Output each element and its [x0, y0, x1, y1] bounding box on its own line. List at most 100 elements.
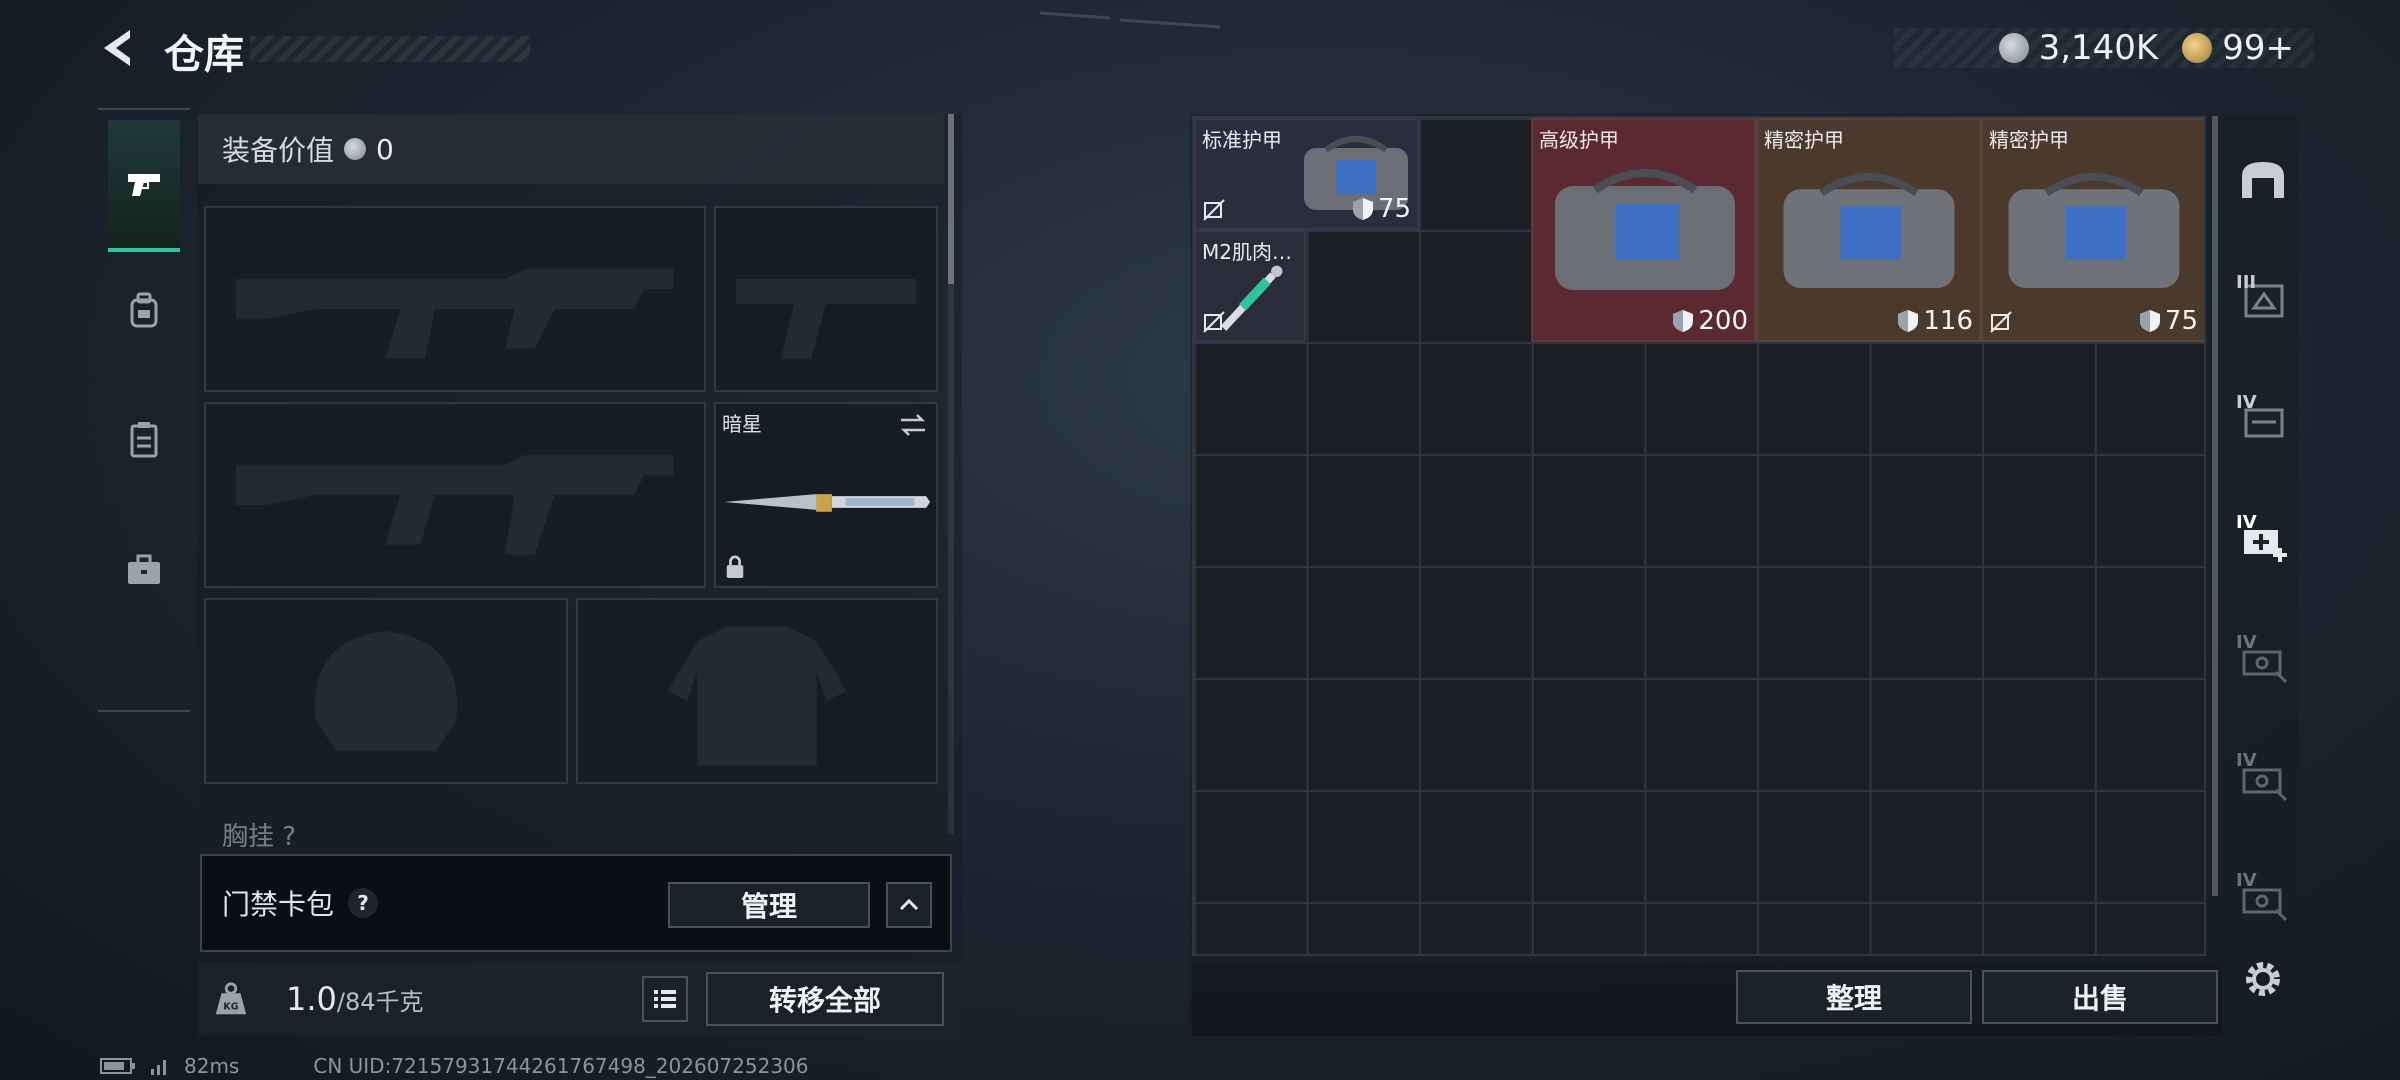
- item-durability: 116: [1897, 306, 1973, 336]
- inventory-item[interactable]: M2肌肉…: [1194, 230, 1306, 342]
- storage-tab-tier-3[interactable]: III: [2236, 272, 2290, 326]
- transfer-all-button[interactable]: 转移全部: [706, 972, 944, 1026]
- storage-tab-tier-4a[interactable]: IV: [2236, 392, 2290, 446]
- keycard-bag-label: 门禁卡包: [222, 888, 335, 921]
- armor-slot[interactable]: [576, 598, 938, 784]
- item-durability: 75: [1352, 194, 1411, 224]
- helmet-slot[interactable]: [204, 598, 568, 784]
- tier-label: III: [2236, 272, 2257, 293]
- inventory-grid[interactable]: 标准护甲 75 M2肌肉… 高级护甲 200 精密护甲 116 精密护甲 75: [1192, 116, 2206, 956]
- sell-button[interactable]: 出售: [1982, 970, 2218, 1024]
- battery-icon: [100, 1058, 135, 1074]
- page-title: 仓库: [164, 32, 244, 78]
- background-streak: [1120, 18, 1220, 29]
- tab-gear[interactable]: [108, 244, 180, 376]
- equipment-value-label: 装备价值: [222, 134, 335, 167]
- weight-icon-text: KG: [223, 1001, 238, 1012]
- tab-consumables[interactable]: [108, 374, 180, 506]
- melee-slot[interactable]: 暗星: [714, 402, 938, 588]
- helmet-silhouette-icon: [314, 631, 458, 751]
- item-name: 精密护甲: [1989, 128, 2069, 152]
- inventory-item[interactable]: 标准护甲 75: [1194, 118, 1419, 230]
- shield-icon: [1352, 198, 1373, 220]
- gear-icon: [2246, 962, 2280, 996]
- storage-tabs: III IV IV IV IV IV: [2222, 114, 2298, 1036]
- carry-weight-max: /84千克: [336, 988, 424, 1016]
- chevron-up-icon: [899, 898, 919, 911]
- storage-tab-tier-4-add[interactable]: IV: [2236, 512, 2290, 566]
- armor-bag-icon: [2008, 173, 2180, 288]
- tier-label: IV: [2236, 750, 2257, 771]
- status-bar: 82ms CN UID:7215793174426176749​8_202607…: [100, 1054, 809, 1078]
- durability-value: 116: [1923, 306, 1973, 336]
- inventory-item[interactable]: 精密护甲 116: [1756, 118, 1981, 342]
- ping-text: 82ms: [184, 1054, 240, 1078]
- safe-box-icon: [2242, 162, 2284, 198]
- storage-tab-safe[interactable]: [2236, 154, 2290, 208]
- clipboard-icon: [130, 422, 158, 458]
- tier-label: IV: [2236, 870, 2257, 891]
- back-button[interactable]: [96, 24, 144, 72]
- gold-coin-icon: [2182, 33, 2213, 63]
- silver-currency-amount: 3,140K: [2038, 28, 2159, 68]
- storage-tab-tier-4d[interactable]: IV: [2236, 870, 2290, 924]
- inventory-item[interactable]: 精密护甲 75: [1981, 118, 2204, 342]
- weight-bar: KG 1.0/84千克 转移全部: [198, 962, 962, 1036]
- item-durability: 200: [1672, 306, 1748, 336]
- item-name: 精密护甲: [1764, 128, 1844, 152]
- armor-bag-icon: [1783, 173, 1955, 288]
- list-view-button[interactable]: [642, 976, 688, 1022]
- tier-label: IV: [2236, 632, 2257, 653]
- sort-button[interactable]: 整理: [1736, 970, 1972, 1024]
- tier-label: IV: [2236, 392, 2257, 413]
- silver-coin-icon: [344, 138, 367, 160]
- pistol-silhouette-icon: [736, 279, 916, 359]
- inventory-item[interactable]: 高级护甲 200: [1531, 118, 1756, 342]
- secondary-weapon-slot[interactable]: [204, 402, 706, 588]
- collapse-button[interactable]: [886, 882, 932, 928]
- back-arrow-icon: [104, 30, 130, 66]
- storage-tab-tier-4c[interactable]: IV: [2236, 750, 2290, 804]
- title-stripe: [250, 36, 530, 62]
- equipment-value-header: 装备价值 0: [198, 114, 944, 184]
- storage-tab-tier-4b[interactable]: IV: [2236, 632, 2290, 686]
- category-tabs: [98, 108, 190, 712]
- list-icon: [654, 990, 676, 1008]
- no-durability-icon: [1203, 311, 1225, 333]
- equipment-value: 0: [376, 132, 394, 166]
- tier-label: IV: [2236, 512, 2257, 533]
- armor-silhouette-icon: [667, 626, 847, 766]
- no-durability-icon: [1203, 199, 1225, 221]
- inventory-action-bar: 整理 出售: [1192, 962, 2222, 1036]
- durability-value: 75: [1377, 194, 1411, 224]
- chest-rig-label: 胸挂 ?: [222, 822, 297, 852]
- rifle-silhouette-icon: [235, 269, 675, 359]
- settings-button[interactable]: [2236, 952, 2290, 1006]
- help-icon[interactable]: ?: [348, 888, 379, 918]
- item-name: 标准护甲: [1202, 128, 1282, 152]
- no-durability-icon: [1990, 311, 2012, 333]
- equipment-scrollbar-thumb[interactable]: [948, 114, 954, 284]
- tab-case[interactable]: [108, 504, 180, 636]
- shield-icon: [1898, 310, 1919, 332]
- durability-value: 200: [1698, 306, 1748, 336]
- tab-weapons[interactable]: [108, 120, 180, 252]
- item-name: 高级护甲: [1539, 128, 1619, 152]
- shield-icon: [2139, 310, 2160, 332]
- carry-weight: 1.0/84千克: [286, 980, 424, 1018]
- durability-value: 75: [2164, 306, 2198, 336]
- background-streak: [1039, 11, 1111, 20]
- pistol-icon: [128, 174, 160, 196]
- swap-icon[interactable]: [898, 410, 928, 440]
- gold-currency-amount: 99+: [2222, 28, 2294, 68]
- weight-icon: KG: [215, 982, 247, 1015]
- inventory-scrollbar[interactable]: [2212, 116, 2218, 896]
- primary-weapon-slot[interactable]: [204, 206, 706, 392]
- carry-weight-value: 1.0: [286, 980, 337, 1018]
- pistol-slot[interactable]: [714, 206, 938, 392]
- signal-icon: [151, 1060, 166, 1075]
- melee-name: 暗星: [722, 412, 762, 436]
- rifle-silhouette-icon: [235, 455, 675, 555]
- manage-button[interactable]: 管理: [668, 882, 870, 928]
- silver-coin-icon: [1998, 33, 2029, 63]
